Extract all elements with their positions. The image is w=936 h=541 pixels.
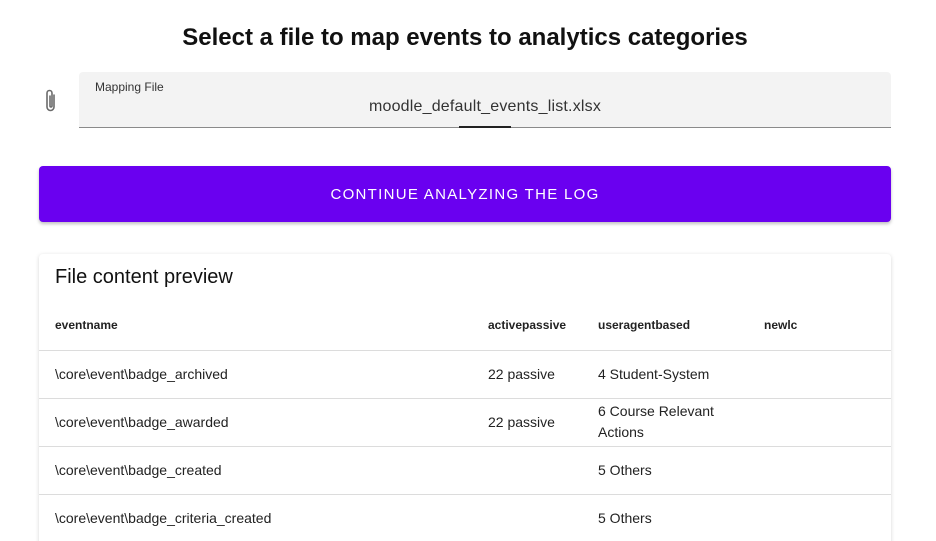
cell-eventname: \core\event\badge_created: [39, 446, 488, 495]
cell-eventname: \core\event\badge_archived: [39, 350, 488, 399]
table-row: \core\event\badge_archived 22 passive 4 …: [39, 350, 891, 399]
paperclip-icon[interactable]: [43, 88, 59, 114]
continue-analyzing-button[interactable]: Continue analyzing the log: [39, 166, 891, 222]
preview-table: eventname activepassive useragentbased n…: [39, 300, 891, 541]
table-header-row: eventname activepassive useragentbased n…: [39, 300, 891, 351]
mapping-file-field[interactable]: Mapping File moodle_default_events_list.…: [79, 72, 891, 128]
mapping-file-label: Mapping File: [95, 80, 164, 94]
file-preview-card: File content preview eventname activepas…: [39, 254, 891, 541]
cell-activepassive: [488, 446, 598, 495]
cell-newlc: [764, 446, 891, 495]
preview-title: File content preview: [55, 266, 233, 288]
cell-useragentbased: 5 Others: [598, 494, 764, 541]
page-title: Select a file to map events to analytics…: [182, 24, 748, 51]
cell-newlc: [764, 494, 891, 541]
cell-useragentbased: 5 Others: [598, 446, 764, 495]
cell-newlc: [764, 350, 891, 399]
cell-useragentbased: 4 Student-System: [598, 350, 764, 399]
cell-activepassive: 22 passive: [488, 398, 598, 447]
cell-activepassive: 22 passive: [488, 350, 598, 399]
table-row: \core\event\badge_created 5 Others: [39, 446, 891, 495]
cell-newlc: [764, 398, 891, 447]
column-header-activepassive[interactable]: activepassive: [488, 300, 598, 351]
cell-useragentbased: 6 Course Relevant Actions: [598, 398, 764, 447]
cell-activepassive: [488, 494, 598, 541]
mapping-file-value[interactable]: moodle_default_events_list.xlsx: [79, 98, 891, 116]
column-header-useragentbased[interactable]: useragentbased: [598, 300, 764, 351]
table-row: \core\event\badge_criteria_created 5 Oth…: [39, 494, 891, 541]
cell-eventname: \core\event\badge_awarded: [39, 398, 488, 447]
table-row: \core\event\badge_awarded 22 passive 6 C…: [39, 398, 891, 447]
text-cursor-bar: [459, 126, 511, 128]
cell-eventname: \core\event\badge_criteria_created: [39, 494, 488, 541]
column-header-newlc[interactable]: newlc: [764, 300, 891, 351]
column-header-eventname[interactable]: eventname: [39, 300, 488, 351]
